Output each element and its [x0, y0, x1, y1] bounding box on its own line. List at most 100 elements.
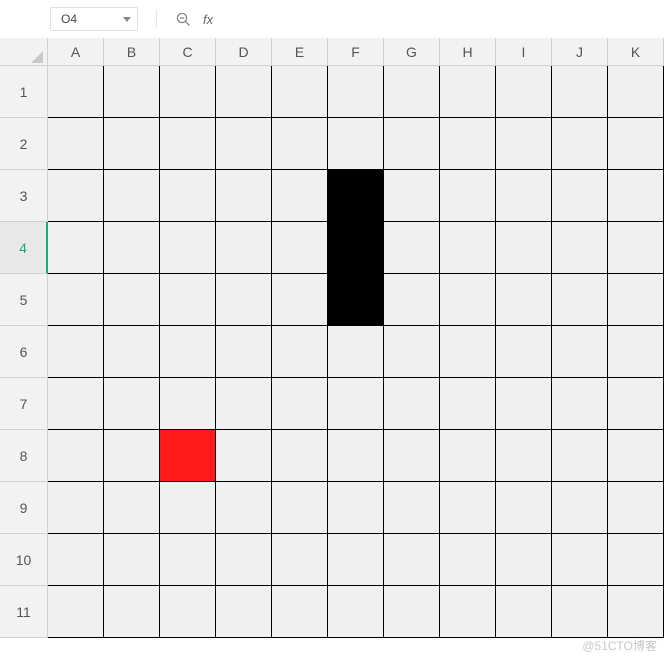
cell[interactable] [272, 586, 328, 638]
cell[interactable] [272, 118, 328, 170]
cell[interactable] [328, 482, 384, 534]
column-header[interactable]: F [328, 38, 384, 66]
column-header[interactable]: G [384, 38, 440, 66]
cell[interactable] [552, 222, 608, 274]
cell[interactable] [104, 586, 160, 638]
formula-input[interactable] [227, 7, 655, 31]
cell[interactable] [48, 326, 104, 378]
cell[interactable] [160, 534, 216, 586]
cell[interactable] [272, 482, 328, 534]
cell[interactable] [104, 118, 160, 170]
cell[interactable] [552, 118, 608, 170]
cell[interactable] [48, 170, 104, 222]
cell[interactable] [384, 378, 440, 430]
cell[interactable] [384, 274, 440, 326]
row-header[interactable]: 7 [0, 378, 48, 430]
cell[interactable] [160, 66, 216, 118]
cell[interactable] [328, 66, 384, 118]
cell[interactable] [160, 222, 216, 274]
cell[interactable] [440, 222, 496, 274]
cell[interactable] [608, 430, 664, 482]
cell[interactable] [608, 170, 664, 222]
cell[interactable] [440, 118, 496, 170]
row-header[interactable]: 3 [0, 170, 48, 222]
row-header[interactable]: 8 [0, 430, 48, 482]
cell[interactable] [384, 586, 440, 638]
cell[interactable] [48, 222, 104, 274]
cell[interactable] [48, 274, 104, 326]
cell[interactable] [104, 326, 160, 378]
column-header[interactable]: B [104, 38, 160, 66]
cell[interactable] [48, 66, 104, 118]
cell[interactable] [608, 66, 664, 118]
row-header[interactable]: 5 [0, 274, 48, 326]
cell[interactable] [104, 430, 160, 482]
cell[interactable] [496, 378, 552, 430]
cell[interactable] [272, 326, 328, 378]
cell[interactable] [552, 586, 608, 638]
cell[interactable] [496, 66, 552, 118]
column-header[interactable]: H [440, 38, 496, 66]
cell[interactable] [160, 586, 216, 638]
cell[interactable] [160, 274, 216, 326]
cell[interactable] [328, 586, 384, 638]
cell[interactable] [328, 274, 384, 326]
cell[interactable] [608, 378, 664, 430]
cell[interactable] [440, 170, 496, 222]
cell[interactable] [384, 118, 440, 170]
cell[interactable] [160, 118, 216, 170]
cell[interactable] [608, 118, 664, 170]
cell[interactable] [104, 66, 160, 118]
cell[interactable] [216, 222, 272, 274]
cell[interactable] [272, 378, 328, 430]
cell[interactable] [216, 170, 272, 222]
cell[interactable] [104, 534, 160, 586]
column-header[interactable]: C [160, 38, 216, 66]
cell[interactable] [496, 274, 552, 326]
cell[interactable] [272, 274, 328, 326]
cell[interactable] [272, 222, 328, 274]
cell[interactable] [272, 66, 328, 118]
cell[interactable] [496, 118, 552, 170]
cell[interactable] [552, 378, 608, 430]
cell[interactable] [160, 430, 216, 482]
cell[interactable] [496, 534, 552, 586]
cell[interactable] [496, 482, 552, 534]
cell[interactable] [440, 274, 496, 326]
cell[interactable] [384, 326, 440, 378]
cell[interactable] [328, 118, 384, 170]
cell[interactable] [160, 378, 216, 430]
cell[interactable] [104, 222, 160, 274]
row-header[interactable]: 9 [0, 482, 48, 534]
select-all-corner[interactable] [0, 38, 48, 66]
cell[interactable] [384, 482, 440, 534]
fx-icon[interactable]: fx [203, 12, 213, 27]
row-header[interactable]: 1 [0, 66, 48, 118]
cell[interactable] [552, 170, 608, 222]
cell[interactable] [440, 66, 496, 118]
cell[interactable] [440, 326, 496, 378]
cell[interactable] [552, 66, 608, 118]
cell[interactable] [48, 586, 104, 638]
cell[interactable] [48, 430, 104, 482]
cell[interactable] [104, 378, 160, 430]
cell[interactable] [328, 378, 384, 430]
cell[interactable] [552, 274, 608, 326]
cell[interactable] [328, 170, 384, 222]
cell[interactable] [216, 482, 272, 534]
cell[interactable] [48, 378, 104, 430]
cell[interactable] [384, 222, 440, 274]
cell[interactable] [440, 534, 496, 586]
row-header[interactable]: 11 [0, 586, 48, 638]
column-header[interactable]: A [48, 38, 104, 66]
row-header[interactable]: 6 [0, 326, 48, 378]
cell[interactable] [384, 170, 440, 222]
cell[interactable] [440, 430, 496, 482]
cell[interactable] [496, 222, 552, 274]
cell[interactable] [496, 430, 552, 482]
cell[interactable] [384, 534, 440, 586]
zoom-out-icon[interactable] [175, 11, 191, 27]
row-header[interactable]: 2 [0, 118, 48, 170]
cell[interactable] [384, 430, 440, 482]
cell[interactable] [552, 430, 608, 482]
